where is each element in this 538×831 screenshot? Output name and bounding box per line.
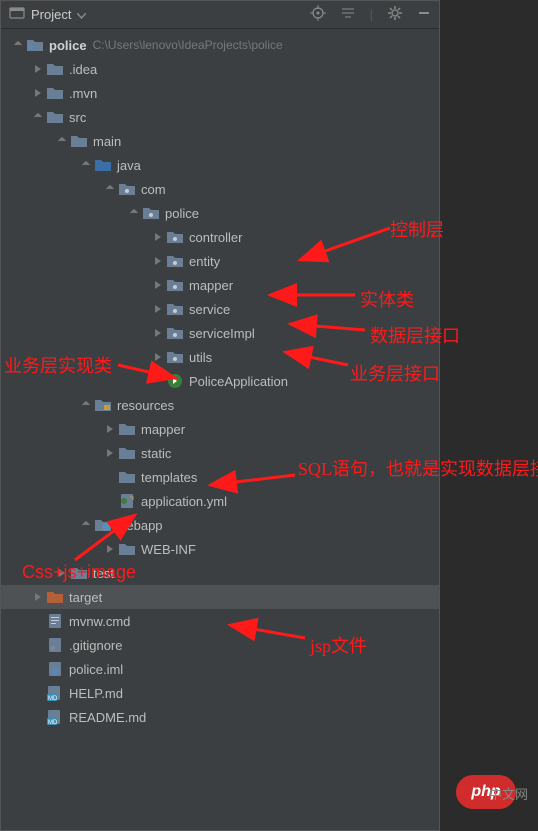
collapse-all-icon[interactable] <box>340 5 356 24</box>
project-tool-window: Project | police C:\ <box>0 0 440 831</box>
tree-node-helpmd[interactable]: MD HELP.md <box>1 681 439 705</box>
tree-node-java[interactable]: java <box>1 153 439 177</box>
tree-node-policeapp[interactable]: PoliceApplication <box>1 369 439 393</box>
gear-icon[interactable] <box>387 5 403 24</box>
package-icon <box>119 181 135 197</box>
tree-node-gitignore[interactable]: .gitignore <box>1 633 439 657</box>
tree-node-test[interactable]: test <box>1 561 439 585</box>
minimize-icon[interactable] <box>417 6 431 23</box>
folder-icon <box>119 445 135 461</box>
tree-node-resources[interactable]: resources <box>1 393 439 417</box>
source-folder-icon <box>95 157 111 173</box>
project-title: Project <box>31 7 71 22</box>
expand-arrow-icon <box>103 182 117 196</box>
package-icon <box>167 229 183 245</box>
module-folder-icon <box>27 37 43 53</box>
folder-icon <box>119 541 135 557</box>
collapse-arrow-icon <box>31 86 45 100</box>
java-class-icon <box>167 373 183 389</box>
tree-node-mapper[interactable]: mapper <box>1 273 439 297</box>
tree-node-controller[interactable]: controller <box>1 225 439 249</box>
tree-node-utils[interactable]: utils <box>1 345 439 369</box>
expand-arrow-icon <box>79 518 93 532</box>
svg-text:MD: MD <box>48 696 58 701</box>
package-icon <box>167 325 183 341</box>
folder-icon <box>47 109 63 125</box>
root-name: police <box>49 38 87 53</box>
tree-node-appyml[interactable]: application.yml <box>1 489 439 513</box>
markdown-file-icon: MD <box>47 709 63 725</box>
tree-node-webinf[interactable]: WEB-INF <box>1 537 439 561</box>
folder-icon <box>71 565 87 581</box>
tree-node-idea[interactable]: .idea <box>1 57 439 81</box>
web-folder-icon <box>95 517 111 533</box>
project-header: Project | <box>1 1 439 29</box>
tree-node-target[interactable]: target <box>1 585 439 609</box>
tree-node-static[interactable]: static <box>1 441 439 465</box>
project-title-group[interactable]: Project <box>9 5 302 24</box>
folder-icon <box>119 469 135 485</box>
root-path: C:\Users\lenovo\IdeaProjects\police <box>93 38 283 52</box>
chevron-down-icon <box>77 7 86 22</box>
package-icon <box>143 205 159 221</box>
tree-node-webapp[interactable]: webapp <box>1 513 439 537</box>
expand-arrow-icon <box>55 134 69 148</box>
folder-icon <box>47 85 63 101</box>
tree-node-com[interactable]: com <box>1 177 439 201</box>
folder-icon <box>119 421 135 437</box>
markdown-file-icon: MD <box>47 685 63 701</box>
tree-node-readmemd[interactable]: MD README.md <box>1 705 439 729</box>
package-icon <box>167 253 183 269</box>
excluded-folder-icon <box>47 589 63 605</box>
package-icon <box>167 301 183 317</box>
folder-icon <box>71 133 87 149</box>
expand-arrow-icon <box>11 38 25 52</box>
yml-file-icon <box>119 493 135 509</box>
tree-node-service[interactable]: service <box>1 297 439 321</box>
tree-node-mvnwcmd[interactable]: mvnw.cmd <box>1 609 439 633</box>
folder-icon <box>47 61 63 77</box>
expand-arrow-icon <box>79 158 93 172</box>
iml-file-icon <box>47 661 63 677</box>
tree-node-police-pkg[interactable]: police <box>1 201 439 225</box>
tree-node-main[interactable]: main <box>1 129 439 153</box>
expand-arrow-icon <box>127 206 141 220</box>
package-icon <box>167 277 183 293</box>
svg-text:MD: MD <box>48 720 58 725</box>
expand-arrow-icon <box>79 398 93 412</box>
tree-node-entity[interactable]: entity <box>1 249 439 273</box>
project-icon <box>9 5 25 24</box>
php-badge-sub: 中文网 <box>489 784 528 803</box>
file-icon <box>47 637 63 653</box>
file-icon <box>47 613 63 629</box>
tree-node-src[interactable]: src <box>1 105 439 129</box>
tree-node-templates[interactable]: templates <box>1 465 439 489</box>
resource-folder-icon <box>95 397 111 413</box>
tree-root[interactable]: police C:\Users\lenovo\IdeaProjects\poli… <box>1 33 439 57</box>
project-tree: police C:\Users\lenovo\IdeaProjects\poli… <box>1 29 439 830</box>
package-icon <box>167 349 183 365</box>
collapse-arrow-icon <box>151 230 165 244</box>
tree-node-serviceimpl[interactable]: serviceImpl <box>1 321 439 345</box>
tree-node-mapper-res[interactable]: mapper <box>1 417 439 441</box>
expand-arrow-icon <box>31 110 45 124</box>
collapse-arrow-icon <box>31 62 45 76</box>
tree-node-mvn[interactable]: .mvn <box>1 81 439 105</box>
tree-node-policeiml[interactable]: police.iml <box>1 657 439 681</box>
target-icon[interactable] <box>310 5 326 24</box>
